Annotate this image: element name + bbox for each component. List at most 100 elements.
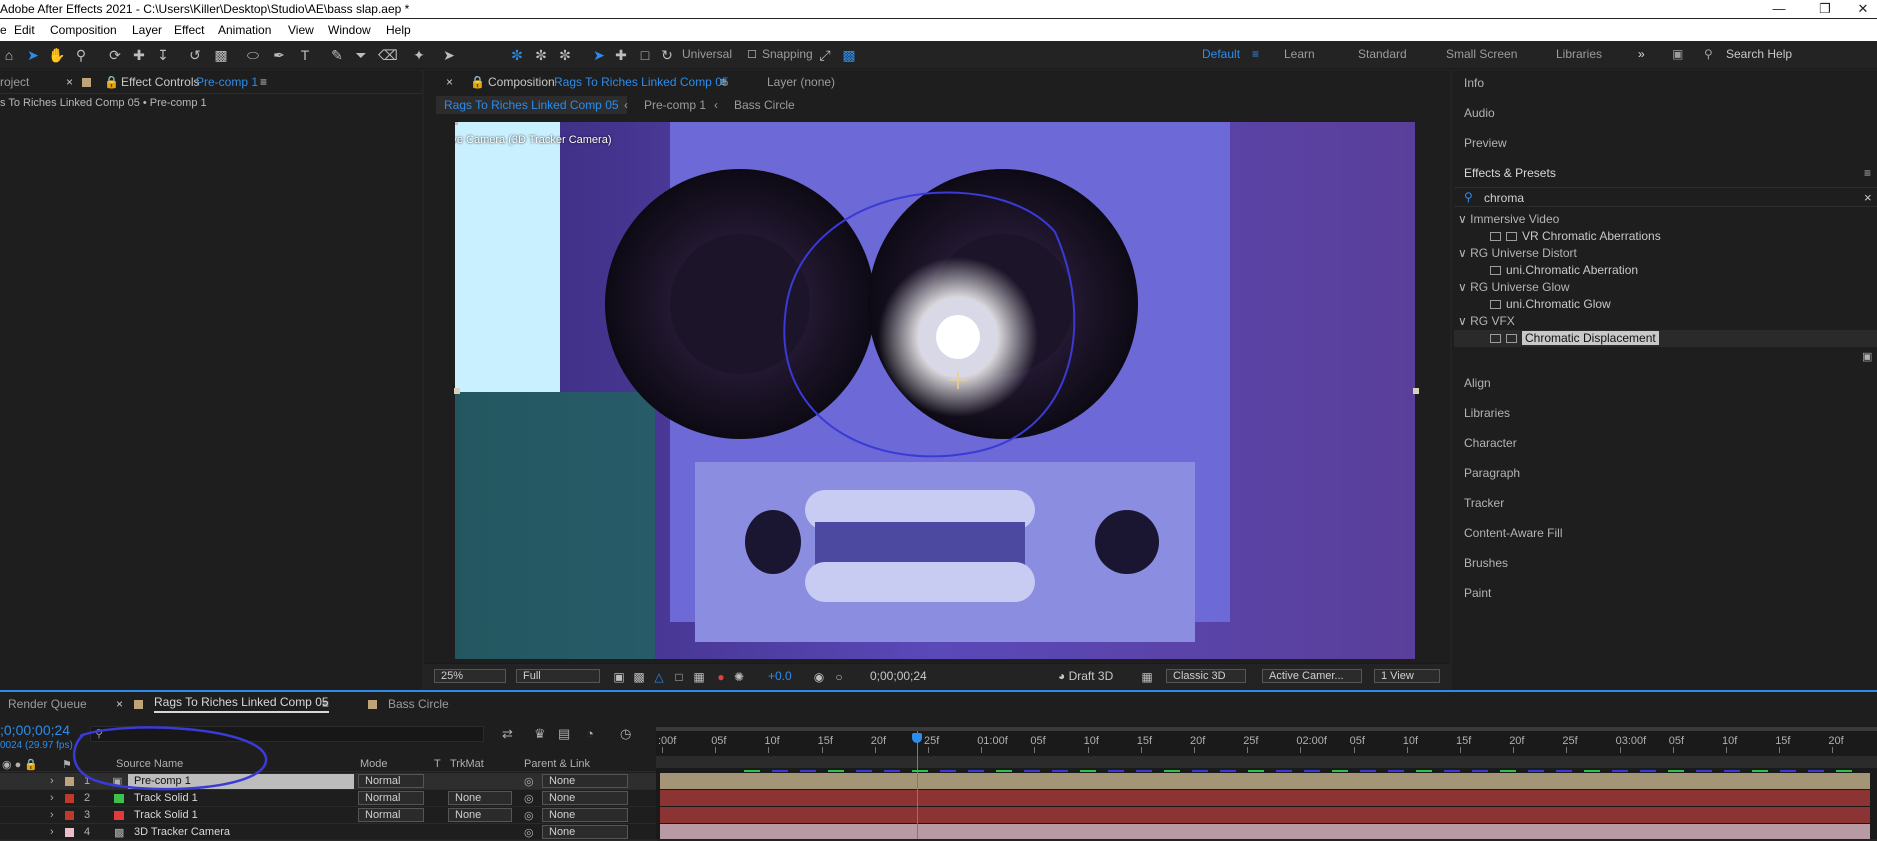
search-help-field[interactable]: Search Help (1726, 47, 1792, 61)
effects-menu-icon[interactable]: ≡ (1864, 166, 1871, 180)
workspace-menu-icon[interactable]: ≡ (1252, 47, 1259, 61)
shy-layers-icon[interactable]: ♛ (534, 726, 546, 742)
clone-stamp-icon[interactable]: ⏷ (352, 46, 370, 64)
graph-editor-icon[interactable]: ◷ (620, 726, 631, 742)
panel-menu-icon[interactable]: ≡ (260, 70, 267, 94)
parent-dropdown[interactable]: None (542, 791, 628, 805)
views-dropdown[interactable]: 1 View (1374, 669, 1440, 683)
label-swatch[interactable] (65, 828, 74, 837)
camera-dropdown[interactable]: Active Camer... (1262, 669, 1362, 683)
more-workspaces-icon[interactable]: » (1638, 47, 1645, 61)
tab-project[interactable]: roject (0, 70, 29, 94)
snapshot-icon[interactable]: ◉ (810, 668, 828, 686)
motion-blur-icon[interactable]: ◔ (586, 726, 594, 741)
expand-arrow-icon[interactable]: › (50, 809, 54, 821)
tab-composition[interactable]: Composition (488, 70, 555, 94)
universal-rotate-icon[interactable]: ↻ (658, 46, 676, 64)
effect-item[interactable]: uni.Chromatic Aberration (1490, 263, 1638, 277)
nav-precomp[interactable]: Pre-comp 1 (644, 94, 706, 116)
layer-name[interactable]: Track Solid 1 (134, 809, 198, 821)
dolly-camera-icon[interactable]: ↧ (154, 46, 172, 64)
panel-align[interactable]: Align (1464, 376, 1491, 390)
world-axis-icon[interactable]: ✼ (532, 46, 550, 64)
selection-tool-icon[interactable]: ➤ (24, 46, 42, 64)
orbit-camera-icon[interactable]: ⟳ (106, 46, 124, 64)
close-icon[interactable]: ✕ (1848, 0, 1877, 18)
nav-bass-circle[interactable]: Bass Circle (734, 94, 795, 116)
tab-effect-controls[interactable]: Effect Controls (121, 70, 199, 94)
expand-arrow-icon[interactable]: › (50, 792, 54, 804)
layer-handle[interactable] (454, 388, 460, 394)
snap-grid-icon[interactable]: ▩ (840, 46, 858, 64)
puppet-pin-icon[interactable]: ➤ (440, 46, 458, 64)
pickwhip-icon[interactable]: ◎ (524, 826, 534, 839)
workspace-learn[interactable]: Learn (1284, 47, 1315, 61)
mode-dropdown[interactable]: Normal (358, 808, 424, 822)
comp-mini-flowchart-icon[interactable]: ⇄ (502, 726, 513, 742)
pan-camera-icon[interactable]: ✚ (130, 46, 148, 64)
menu-composition[interactable]: Composition (50, 19, 117, 41)
eraser-tool-icon[interactable]: ⌫ (378, 46, 398, 64)
effects-group[interactable]: ∨ RG Universe Distort (1458, 246, 1577, 260)
lock-icon[interactable]: 🔒 (104, 70, 119, 94)
home-icon[interactable]: ⌂ (0, 46, 18, 64)
pickwhip-icon[interactable]: ◎ (524, 775, 534, 788)
composition-viewer[interactable]: Active Camera (3D Tracker Camera) (455, 122, 1415, 659)
close-tab-icon[interactable]: × (116, 693, 123, 715)
expand-arrow-icon[interactable]: › (50, 775, 54, 787)
hand-tool-icon[interactable]: ✋ (48, 46, 66, 64)
frame-blending-icon[interactable]: ▤ (558, 726, 570, 742)
panel-libraries[interactable]: Libraries (1464, 406, 1510, 420)
tab-layer[interactable]: Layer (none) (767, 70, 835, 94)
effects-search-bar[interactable]: ⚲ chroma × (1454, 187, 1877, 207)
playhead[interactable] (917, 731, 919, 839)
menu-effect[interactable]: Effect (174, 19, 204, 41)
snapping-checkbox[interactable]: ☐ (743, 46, 761, 64)
transparency-grid-icon[interactable]: ▩ (630, 668, 648, 686)
search-icon[interactable]: ⚲ (1704, 47, 1713, 61)
panel-effects-presets[interactable]: Effects & Presets (1464, 166, 1556, 180)
panel-brushes[interactable]: Brushes (1464, 556, 1508, 570)
panel-paint[interactable]: Paint (1464, 586, 1491, 600)
show-snapshot-icon[interactable]: ○ (830, 668, 848, 686)
effects-group[interactable]: ∨ RG Universe Glow (1458, 280, 1570, 294)
universal-select-icon[interactable]: ➤ (590, 46, 608, 64)
workspace-small-screen[interactable]: Small Screen (1446, 47, 1517, 61)
menu-file[interactable]: e (0, 19, 7, 41)
parent-dropdown[interactable]: None (542, 808, 628, 822)
exposure-value[interactable]: +0.0 (768, 669, 792, 683)
roto-brush-icon[interactable]: ✦ (410, 46, 428, 64)
effect-item[interactable]: VR Chromatic Aberrations (1490, 229, 1661, 243)
layer-bar-solid[interactable] (660, 807, 1870, 823)
clear-search-icon[interactable]: × (1864, 190, 1872, 205)
trkmat-dropdown[interactable]: None (448, 791, 512, 805)
workspace-standard[interactable]: Standard (1358, 47, 1407, 61)
ground-plane-icon[interactable]: ▦ (1138, 668, 1156, 686)
tab-render-queue[interactable]: Render Queue (8, 693, 87, 715)
region-of-interest-icon[interactable]: □ (670, 668, 688, 686)
label-swatch[interactable] (65, 811, 74, 820)
menu-view[interactable]: View (288, 19, 314, 41)
local-axis-icon[interactable]: ✼ (508, 46, 526, 64)
restore-icon[interactable]: ❐ (1810, 0, 1840, 18)
brush-tool-icon[interactable]: ✎ (328, 46, 346, 64)
pickwhip-icon[interactable]: ◎ (524, 792, 534, 805)
effect-item[interactable]: uni.Chromatic Glow (1490, 297, 1611, 311)
layer-row[interactable]: › 4 ▩ 3D Tracker Camera ◎ None (0, 824, 657, 841)
layer-bar-solid[interactable] (660, 790, 1870, 806)
viewer-timecode[interactable]: 0;00;00;24 (870, 669, 927, 683)
universal-scale-icon[interactable]: □ (636, 46, 654, 64)
trkmat-dropdown[interactable]: None (448, 808, 512, 822)
effects-group[interactable]: ∨ RG VFX (1458, 314, 1515, 328)
workspace-default[interactable]: Default (1202, 47, 1240, 61)
mask-visibility-icon[interactable]: △ (650, 668, 668, 686)
trkmat-header[interactable]: TrkMat (450, 758, 484, 770)
renderer-dropdown[interactable]: Classic 3D (1166, 669, 1246, 683)
tab-rags-comp[interactable]: Rags To Riches Linked Comp 05 (154, 693, 329, 713)
pan-behind-icon[interactable]: ▩ (212, 46, 230, 64)
grid-guides-icon[interactable]: ▦ (690, 668, 708, 686)
workspace-toggle-icon[interactable]: ▣ (1672, 47, 1683, 61)
mode-dropdown[interactable]: Normal (358, 791, 424, 805)
close-tab-icon[interactable]: × (66, 70, 73, 94)
workspace-libraries[interactable]: Libraries (1556, 47, 1602, 61)
